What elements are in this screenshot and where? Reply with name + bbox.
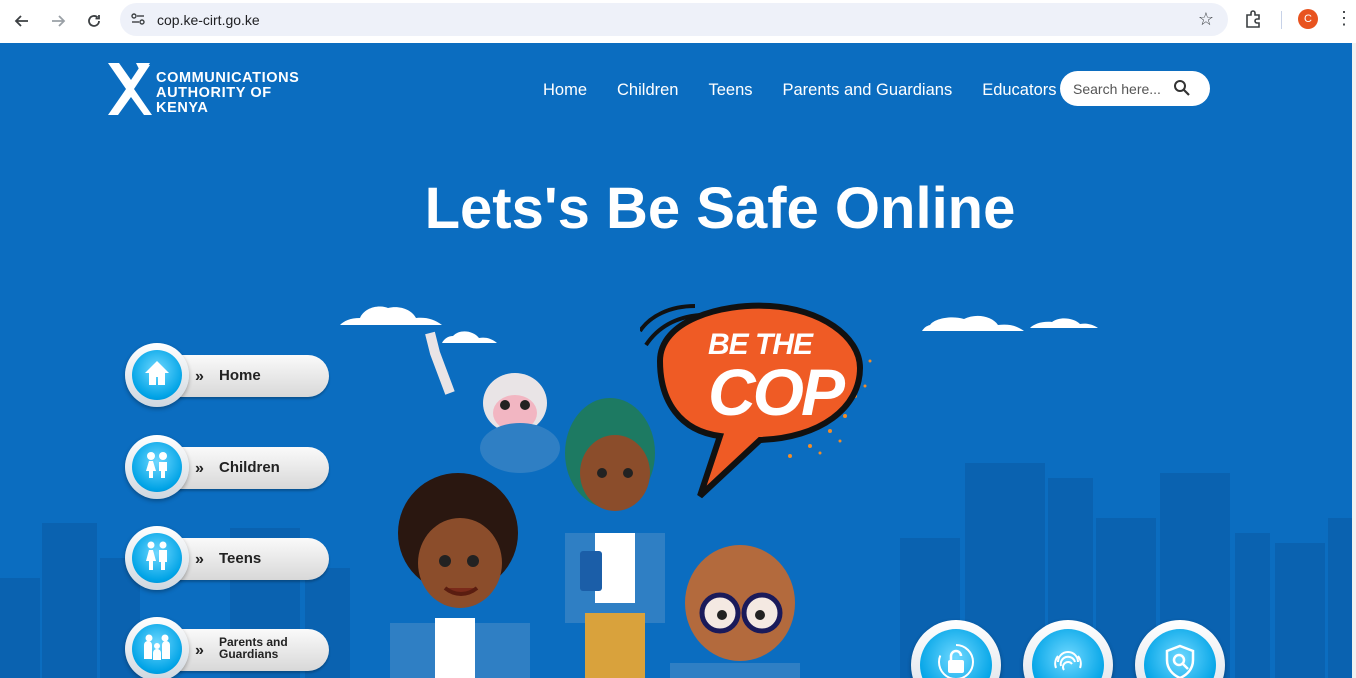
forward-arrow-icon[interactable]: [45, 8, 71, 34]
nav-parents-guardians[interactable]: Parents and Guardians: [783, 81, 953, 100]
chevron-right-icon: »: [195, 642, 204, 659]
authority-logo-mark: [108, 63, 152, 115]
menu-dots-icon[interactable]: ⋮: [1335, 8, 1353, 29]
bookmark-star-icon[interactable]: ☆: [1198, 9, 1214, 30]
page-viewport: COMMUNICATIONS AUTHORITY OF KENYA Home C…: [0, 43, 1352, 678]
side-nav-icon-circle[interactable]: [125, 435, 189, 499]
side-nav-parents-guardians[interactable]: » Parents and Guardians: [125, 617, 331, 678]
side-nav-icon-circle[interactable]: [125, 617, 189, 678]
search-icon[interactable]: [1173, 79, 1191, 97]
cloud-decoration: [1030, 318, 1098, 328]
side-nav-label: Parents and Guardians: [219, 636, 288, 660]
browser-toolbar: cop.ke-cirt.go.ke ☆ C ⋮: [0, 0, 1356, 43]
girl-character: [565, 398, 665, 678]
chevron-right-icon: »: [195, 551, 204, 568]
profile-avatar[interactable]: C: [1298, 9, 1318, 29]
logo-line-2: AUTHORITY OF KENYA: [156, 85, 272, 116]
address-bar[interactable]: cop.ke-cirt.go.ke ☆: [120, 3, 1228, 36]
house-icon: [145, 361, 169, 385]
cloud-decoration: [922, 315, 1024, 331]
side-nav-children[interactable]: » Children: [125, 435, 331, 499]
url-text[interactable]: cop.ke-cirt.go.ke: [157, 12, 260, 28]
side-nav-icon-circle[interactable]: [125, 526, 189, 590]
side-nav-label-line-2: Guardians: [219, 647, 279, 661]
hero-headline: Lets's Be Safe Online: [424, 176, 1016, 241]
padlock-icon: [938, 644, 974, 678]
side-nav-icon-circle[interactable]: [125, 343, 189, 407]
boy-left-character: [390, 473, 530, 678]
side-nav-teens[interactable]: » Teens: [125, 526, 331, 590]
authority-logo-text: COMMUNICATIONS AUTHORITY OF KENYA: [156, 71, 316, 116]
side-nav-label: Home: [219, 367, 261, 384]
search-placeholder: Search here...: [1073, 81, 1161, 97]
main-nav: Home Children Teens Parents and Guardian…: [543, 81, 1087, 100]
fingerprint-icon: [1054, 651, 1082, 671]
chevron-right-icon: »: [195, 368, 204, 385]
nav-home[interactable]: Home: [543, 81, 587, 100]
shield-search-icon: [1165, 644, 1195, 678]
cartoon-characters-illustration: [390, 331, 800, 678]
boy-right-character: [670, 545, 800, 678]
side-nav-home[interactable]: » Home: [125, 343, 331, 407]
authority-logo[interactable]: COMMUNICATIONS AUTHORITY OF KENYA: [106, 61, 316, 117]
search-input[interactable]: Search here...: [1060, 71, 1210, 106]
reload-icon[interactable]: [81, 8, 107, 34]
teens-icon: [146, 541, 167, 570]
children-icon: [146, 452, 167, 478]
nav-educators[interactable]: Educators: [982, 81, 1056, 100]
logo-line-1: COMMUNICATIONS: [156, 70, 300, 86]
family-icon: [144, 634, 170, 660]
extensions-icon[interactable]: [1243, 8, 1265, 30]
back-arrow-icon[interactable]: [9, 8, 35, 34]
nav-children[interactable]: Children: [617, 81, 678, 100]
page-scrollbar[interactable]: [1352, 43, 1356, 678]
site-settings-icon[interactable]: [130, 11, 146, 27]
side-nav-label: Children: [219, 459, 280, 476]
chevron-right-icon: »: [195, 460, 204, 477]
toolbar-divider: [1281, 11, 1282, 29]
nav-teens[interactable]: Teens: [708, 81, 752, 100]
side-nav-label: Teens: [219, 550, 262, 567]
monkey-character: [425, 331, 560, 473]
